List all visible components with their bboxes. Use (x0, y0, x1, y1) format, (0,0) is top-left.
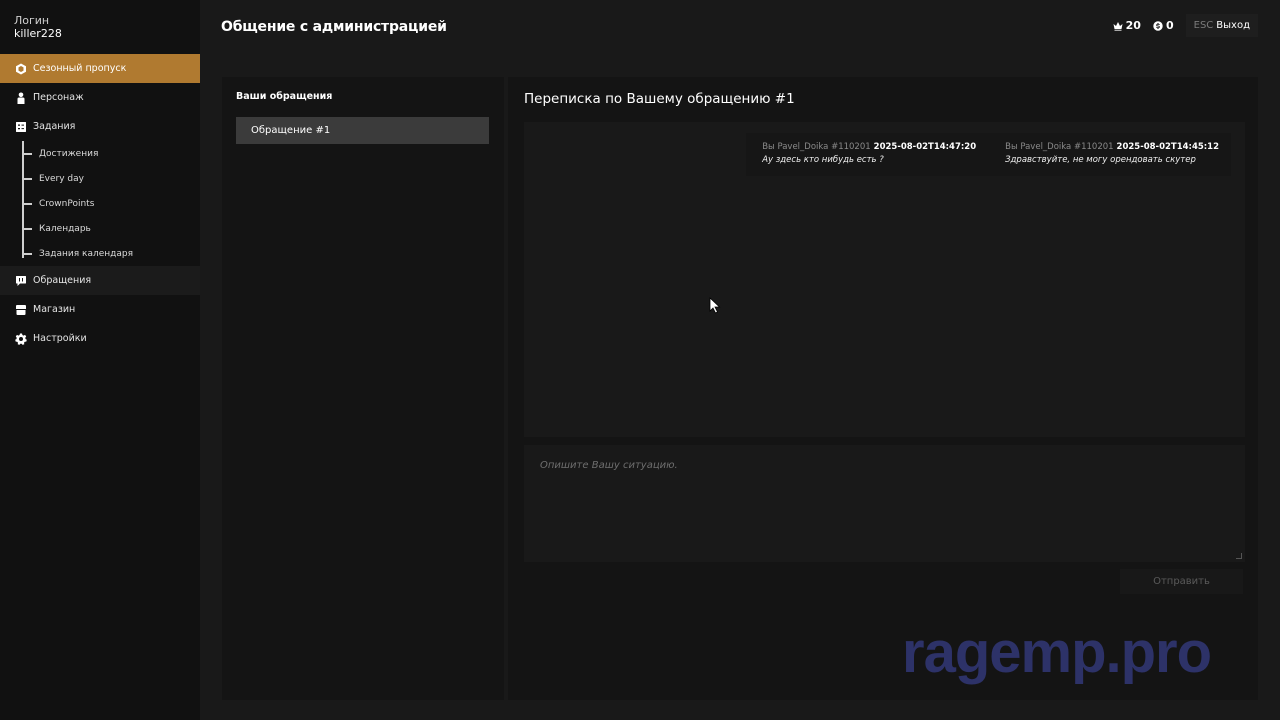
sidebar-item-settings[interactable]: Настройки (0, 324, 200, 353)
sidebar-item-character[interactable]: Персонаж (0, 83, 200, 112)
sidebar-item-label: Настройки (33, 333, 87, 344)
sidebar-item-label: Персонаж (33, 92, 84, 103)
message-author: Вы Pavel_Doika #110201 (1005, 142, 1114, 152)
login-label: Логин (14, 14, 50, 27)
coin-count: 0 (1165, 19, 1174, 32)
ticket-item[interactable]: Обращение #1 (236, 117, 489, 144)
tickets-panel: Ваши обращения Обращение #1 (222, 77, 504, 700)
submenu-item-crownpoints[interactable]: CrownPoints (22, 191, 200, 216)
message: Вы Pavel_Doika #110201 2025-08-02T14:45:1… (1005, 141, 1219, 176)
sidebar-item-label: Магазин (33, 304, 76, 315)
submenu-item-calendar[interactable]: Календарь (22, 216, 200, 241)
sidebar-item-label: Сезонный пропуск (33, 63, 127, 74)
header-stats: 20 0 ESC Выход (1113, 14, 1258, 37)
exit-button[interactable]: ESC Выход (1185, 14, 1258, 37)
coin-counter: 0 (1153, 19, 1174, 32)
sidebar-item-tasks[interactable]: Задания (0, 112, 200, 141)
tickets-heading: Ваши обращения (236, 91, 333, 102)
submenu-item-label: Задания календаря (39, 248, 134, 259)
crown-counter: 20 (1113, 19, 1141, 32)
submenu-item-achievements[interactable]: Достижения (22, 141, 200, 166)
send-button[interactable]: Отправить (1120, 569, 1243, 594)
gear-icon (15, 333, 27, 345)
message-text: Здравствуйте, не могу орендовать скутер (1005, 155, 1196, 165)
message-input-placeholder: Опишите Вашу ситуацию. (540, 460, 678, 471)
message-time: 2025-08-02T14:45:12 (1116, 142, 1219, 152)
season-pass-icon (15, 63, 27, 75)
sidebar: Логин killer228 Сезонный пропуск Персона… (0, 0, 200, 720)
crown-icon (1113, 21, 1123, 31)
submenu-item-label: Достижения (39, 148, 99, 159)
sidebar-item-label: Задания (33, 121, 76, 132)
character-icon (15, 92, 27, 104)
login-value: killer228 (14, 27, 62, 40)
submenu-item-label: Календарь (39, 223, 91, 234)
sidebar-item-season-pass[interactable]: Сезонный пропуск (0, 54, 200, 83)
sidebar-item-shop[interactable]: Магазин (0, 295, 200, 324)
coin-icon (1153, 20, 1163, 31)
message-header: Вы Pavel_Doika #110201 2025-08-02T14:47:2… (762, 141, 976, 153)
user-info: Логин killer228 (0, 0, 200, 54)
message-text: Ау здесь кто нибудь есть ? (762, 155, 884, 165)
exit-label: Выход (1216, 20, 1250, 31)
message-header: Вы Pavel_Doika #110201 2025-08-02T14:45:1… (1005, 141, 1219, 153)
chat-area[interactable]: Вы Pavel_Doika #110201 2025-08-02T14:47:2… (524, 122, 1245, 437)
mouse-cursor-icon (709, 297, 721, 314)
resize-handle-icon[interactable] (1236, 553, 1242, 559)
submenu-item-label: CrownPoints (39, 198, 95, 209)
sidebar-item-tickets[interactable]: Обращения (0, 266, 200, 295)
conversation-title: Переписка по Вашему обращению #1 (524, 91, 795, 107)
submenu-item-label: Every day (39, 173, 84, 184)
message-author: Вы Pavel_Doika #110201 (762, 142, 871, 152)
submenu-item-every-day[interactable]: Every day (22, 166, 200, 191)
esc-key-hint: ESC (1193, 20, 1214, 31)
submenu-item-calendar-tasks[interactable]: Задания календаря (22, 241, 200, 266)
message: Вы Pavel_Doika #110201 2025-08-02T14:47:2… (762, 141, 976, 176)
page-title: Общение с администрацией (221, 19, 447, 35)
crown-count: 20 (1125, 19, 1141, 32)
sidebar-item-label: Обращения (33, 275, 92, 286)
message-input[interactable]: Опишите Вашу ситуацию. (524, 445, 1245, 562)
tasks-submenu: Достижения Every day CrownPoints Календа… (22, 141, 200, 266)
watermark: ragemp.pro (902, 620, 1212, 685)
shop-icon (15, 304, 27, 316)
message-row: Вы Pavel_Doika #110201 2025-08-02T14:47:2… (746, 133, 1231, 176)
chat-icon (15, 275, 27, 287)
conversation-panel: Переписка по Вашему обращению #1 Вы Pave… (508, 77, 1258, 700)
tasks-icon (15, 121, 27, 133)
message-time: 2025-08-02T14:47:20 (873, 142, 977, 152)
